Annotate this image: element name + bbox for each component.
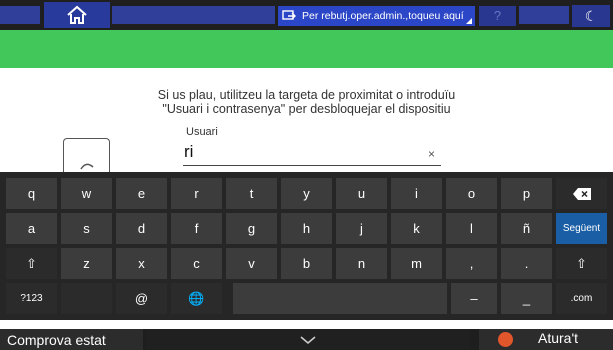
shift-key-left[interactable]: ⇧ xyxy=(6,248,57,279)
key-c[interactable]: c xyxy=(171,248,222,279)
collapse-panel-button[interactable] xyxy=(146,329,470,350)
key-u[interactable]: u xyxy=(336,178,387,209)
key-f[interactable]: f xyxy=(171,213,222,244)
key-at[interactable]: @ xyxy=(116,283,167,314)
key-k[interactable]: k xyxy=(391,213,442,244)
key-z[interactable]: z xyxy=(61,248,112,279)
key-v[interactable]: v xyxy=(226,248,277,279)
on-screen-keyboard: q w e r t y u i o p a s d f g h j k l ñ … xyxy=(0,172,613,320)
key-m[interactable]: m xyxy=(391,248,442,279)
moon-icon[interactable]: ☾ xyxy=(572,5,610,27)
key-n-tilde[interactable]: ñ xyxy=(501,213,552,244)
stop-icon xyxy=(498,332,513,347)
space-key[interactable] xyxy=(233,283,447,314)
chevron-down-icon xyxy=(300,335,316,344)
backspace-key[interactable] xyxy=(556,178,607,209)
key-r[interactable]: r xyxy=(171,178,222,209)
system-top-bar: Per rebutj.oper.admin.,toqueu aquí ? ☾ xyxy=(0,0,613,30)
stop-button[interactable]: Atura't xyxy=(479,329,613,350)
stop-label: Atura't xyxy=(538,330,579,346)
home-icon xyxy=(67,5,87,24)
key-o[interactable]: o xyxy=(446,178,497,209)
shift-key-right[interactable]: ⇧ xyxy=(556,248,607,279)
home-button[interactable] xyxy=(44,2,110,28)
key-s[interactable]: s xyxy=(61,213,112,244)
key-comma[interactable]: , xyxy=(446,248,497,279)
key-j[interactable]: j xyxy=(336,213,387,244)
key-n[interactable]: n xyxy=(336,248,387,279)
username-label: Usuari xyxy=(186,126,218,138)
key-h[interactable]: h xyxy=(281,213,332,244)
key-e[interactable]: e xyxy=(116,178,167,209)
key-period[interactable]: . xyxy=(501,248,552,279)
topbar-segment xyxy=(519,6,569,24)
key-d[interactable]: d xyxy=(116,213,167,244)
key-x[interactable]: x xyxy=(116,248,167,279)
username-input[interactable]: ri xyxy=(184,142,193,162)
key-w[interactable]: w xyxy=(61,178,112,209)
admin-notice-text: Per rebutj.oper.admin.,toqueu aquí xyxy=(302,10,464,22)
symbols-key[interactable]: ?123 xyxy=(6,283,57,314)
username-underline xyxy=(183,165,441,166)
key-b[interactable]: b xyxy=(281,248,332,279)
login-instruction-line1: Si us plau, utilitzeu la targeta de prox… xyxy=(157,88,456,102)
proximity-card-icon xyxy=(63,138,110,172)
screen-login-icon xyxy=(282,10,296,20)
status-banner xyxy=(0,30,613,68)
blank-key xyxy=(61,283,112,314)
key-q[interactable]: q xyxy=(6,178,57,209)
key-g[interactable]: g xyxy=(226,213,277,244)
topbar-segment xyxy=(0,6,40,24)
check-status-button[interactable]: Comprova estat xyxy=(0,329,143,350)
admin-notice-button[interactable]: Per rebutj.oper.admin.,toqueu aquí xyxy=(278,6,475,26)
corner-arrow-icon xyxy=(466,18,472,24)
login-instruction-line2: "Usuari i contrasenya" per desbloquejar … xyxy=(162,102,451,116)
key-underscore[interactable]: _ xyxy=(501,283,552,314)
key-dash[interactable]: – xyxy=(451,283,497,314)
key-i[interactable]: i xyxy=(391,178,442,209)
key-p[interactable]: p xyxy=(501,178,552,209)
key-t[interactable]: t xyxy=(226,178,277,209)
next-key[interactable]: Següent xyxy=(556,213,607,244)
bottom-bar: Comprova estat Atura't xyxy=(0,329,613,350)
topbar-segment xyxy=(112,6,275,24)
backspace-icon xyxy=(572,187,591,200)
key-dotcom[interactable]: .com xyxy=(556,283,607,314)
key-y[interactable]: y xyxy=(281,178,332,209)
key-a[interactable]: a xyxy=(6,213,57,244)
help-button[interactable]: ? xyxy=(479,6,516,26)
language-globe-icon[interactable]: 🌐 xyxy=(171,283,222,314)
clear-input-icon[interactable]: × xyxy=(428,147,435,161)
key-l[interactable]: l xyxy=(446,213,497,244)
